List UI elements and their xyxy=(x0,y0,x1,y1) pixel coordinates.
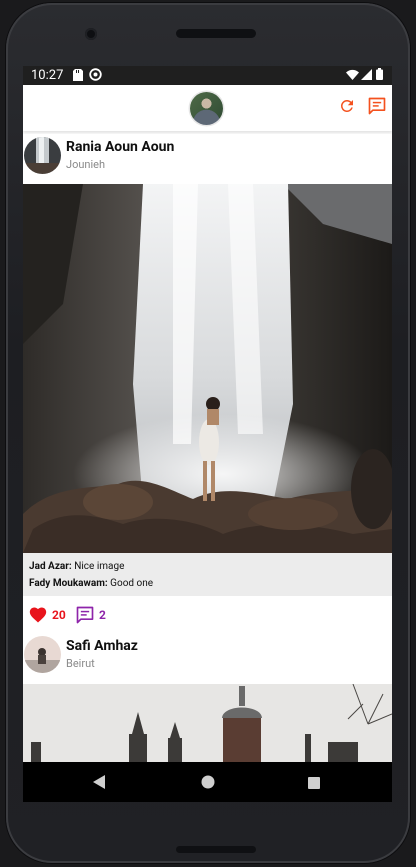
post-header[interactable]: Rania Aoun Aoun Jounieh xyxy=(23,134,392,182)
sync-icon xyxy=(89,68,102,85)
comment: Fady Moukawam: Good one xyxy=(29,578,153,589)
city-towers-photo[interactable] xyxy=(23,684,392,762)
comment-user[interactable]: Fady Moukawam: xyxy=(29,578,108,589)
comment-text: Good one xyxy=(107,578,154,589)
comments-section: Jad Azar: Nice image Fady Moukawam: Good… xyxy=(23,553,392,596)
messages-button[interactable] xyxy=(366,97,388,119)
home-icon xyxy=(201,774,215,793)
author-name[interactable]: Rania Aoun Aoun xyxy=(66,139,174,155)
screen: 10:27 Rania Aoun Aoun Jounieh Jad Azar: … xyxy=(23,66,392,762)
reactions-bar: 20 2 xyxy=(23,598,392,632)
comment-user[interactable]: Jad Azar: xyxy=(29,561,72,572)
author-name[interactable]: Safi Amhaz xyxy=(66,638,138,654)
refresh-button[interactable] xyxy=(336,97,358,119)
comment-icon[interactable] xyxy=(75,605,95,629)
profile-avatar[interactable] xyxy=(190,92,223,125)
navigation-bar xyxy=(23,762,392,802)
sd-card-icon xyxy=(73,69,83,85)
app-bar xyxy=(23,85,392,131)
refresh-icon xyxy=(338,97,356,119)
comment: Jad Azar: Nice image xyxy=(29,561,124,572)
front-camera xyxy=(85,28,97,40)
bottom-speaker xyxy=(176,846,256,853)
message-icon xyxy=(367,96,387,120)
cellular-icon xyxy=(361,69,372,84)
author-avatar[interactable] xyxy=(24,636,61,673)
author-location: Beirut xyxy=(66,657,95,670)
waterfall-photo[interactable] xyxy=(23,184,392,553)
home-button[interactable] xyxy=(201,774,215,793)
back-icon xyxy=(93,774,106,793)
status-bar: 10:27 xyxy=(23,66,392,85)
back-button[interactable] xyxy=(93,774,106,793)
likes-count: 20 xyxy=(52,608,66,622)
battery-icon xyxy=(376,68,383,84)
wifi-icon xyxy=(346,69,359,84)
author-avatar[interactable] xyxy=(24,137,61,174)
comment-text: Nice image xyxy=(71,561,125,572)
status-time: 10:27 xyxy=(31,68,64,83)
recents-button[interactable] xyxy=(308,774,320,793)
heart-icon[interactable] xyxy=(28,605,48,627)
post-header[interactable]: Safi Amhaz Beirut xyxy=(23,632,392,680)
recents-icon xyxy=(308,774,320,793)
author-location: Jounieh xyxy=(66,158,106,171)
comments-count: 2 xyxy=(99,608,106,622)
earpiece-speaker xyxy=(176,29,256,38)
